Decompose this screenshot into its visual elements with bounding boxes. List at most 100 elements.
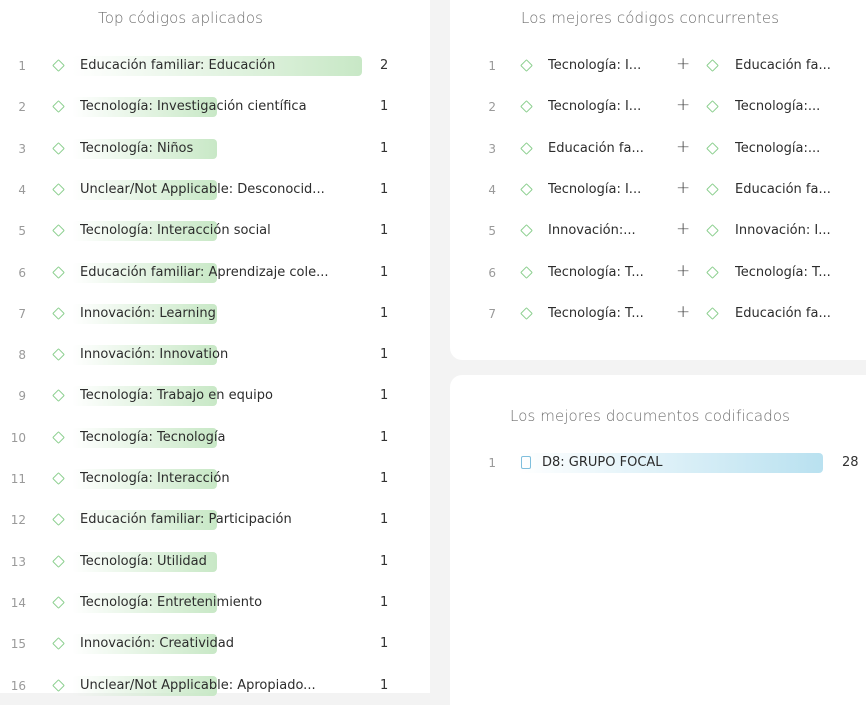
row-rank: 6: [18, 266, 26, 280]
co-code-right-label: Educación fa...: [735, 58, 831, 73]
co-code-left-label: Tecnología: T...: [548, 265, 644, 280]
code-count: 1: [380, 182, 389, 197]
code-label: Innovación: Learning: [80, 306, 216, 321]
co-code-left-label: Tecnología: I...: [548, 99, 642, 114]
row-rank: 7: [18, 307, 26, 321]
diamond-code-icon: [706, 183, 719, 196]
diamond-code-icon: [52, 59, 65, 72]
code-row[interactable]: 9 Tecnología: Trabajo en equipo 1: [0, 384, 420, 408]
row-rank: 7: [488, 307, 496, 321]
code-row[interactable]: 14 Tecnología: Entretenimiento 1: [0, 591, 420, 615]
diamond-code-icon: [706, 100, 719, 113]
code-row[interactable]: 7 Innovación: Learning 1: [0, 302, 420, 326]
top-codes-panel: Top códigos aplicados 1 Educación familia…: [0, 0, 430, 696]
document-icon: [521, 456, 531, 469]
row-rank: 5: [18, 224, 26, 238]
diamond-code-icon: [520, 224, 533, 237]
co-code-right-label: Tecnología:...: [735, 141, 821, 156]
code-row[interactable]: 2 Tecnología: Investigación científica 1: [0, 95, 420, 119]
co-code-row[interactable]: 4 Tecnología: I... + Educación fa...: [450, 178, 866, 202]
code-label: Tecnología: Niños: [80, 141, 194, 156]
code-row[interactable]: 8 Innovación: Innovation 1: [0, 343, 420, 367]
code-count: 1: [380, 141, 389, 156]
row-rank: 12: [10, 513, 26, 527]
code-label: Innovación: Creatividad: [80, 636, 234, 651]
code-count: 1: [380, 512, 389, 527]
co-code-row[interactable]: 5 Innovación:... + Innovación: I...: [450, 219, 866, 243]
diamond-code-icon: [520, 266, 533, 279]
co-code-left-label: Tecnología: I...: [548, 182, 642, 197]
code-label: Tecnología: Interacción social: [80, 223, 271, 238]
plus-icon: +: [676, 302, 691, 322]
code-count: 1: [380, 306, 389, 321]
co-code-row[interactable]: 1 Tecnología: I... + Educación fa...: [450, 54, 866, 78]
code-label: Tecnología: Tecnología: [80, 430, 226, 445]
diamond-code-icon: [520, 100, 533, 113]
diamond-code-icon: [706, 224, 719, 237]
code-row[interactable]: 15 Innovación: Creatividad 1: [0, 632, 420, 656]
code-count: 1: [380, 388, 389, 403]
diamond-code-icon: [52, 224, 65, 237]
code-count: 1: [380, 678, 389, 693]
code-row[interactable]: 12 Educación familiar: Participación 1: [0, 508, 420, 532]
document-count: 28: [842, 455, 859, 470]
code-row[interactable]: 11 Tecnología: Interacción 1: [0, 467, 420, 491]
plus-icon: +: [676, 219, 691, 239]
co-code-right-label: Educación fa...: [735, 306, 831, 321]
code-count: 1: [380, 347, 389, 362]
diamond-code-icon: [706, 307, 719, 320]
co-code-row[interactable]: 7 Tecnología: T... + Educación fa...: [450, 302, 866, 326]
row-rank: 1: [18, 59, 26, 73]
code-row[interactable]: 5 Tecnología: Interacción social 1: [0, 219, 420, 243]
code-row[interactable]: 1 Educación familiar: Educación 2: [0, 54, 420, 78]
document-label: D8: GRUPO FOCAL: [542, 455, 663, 470]
code-count: 1: [380, 265, 389, 280]
code-count: 1: [380, 99, 389, 114]
code-label: Unclear/Not Applicable: Apropiado...: [80, 678, 316, 693]
diamond-code-icon: [520, 59, 533, 72]
row-rank: 2: [18, 100, 26, 114]
diamond-code-icon: [520, 142, 533, 155]
co-code-left-label: Tecnología: T...: [548, 306, 644, 321]
row-rank: 4: [18, 183, 26, 197]
plus-icon: +: [676, 54, 691, 74]
co-code-row[interactable]: 3 Educación fa... + Tecnología:...: [450, 137, 866, 161]
code-label: Educación familiar: Educación: [80, 58, 276, 73]
code-row[interactable]: 16 Unclear/Not Applicable: Apropiado... 1: [0, 674, 420, 698]
code-label: Tecnología: Entretenimiento: [80, 595, 263, 610]
code-row[interactable]: 6 Educación familiar: Aprendizaje cole...…: [0, 261, 420, 285]
code-label: Tecnología: Trabajo en equipo: [80, 388, 273, 403]
co-code-left-label: Tecnología: I...: [548, 58, 642, 73]
co-code-right-label: Tecnología: T...: [735, 265, 831, 280]
document-row[interactable]: 1 D8: GRUPO FOCAL 28: [450, 451, 866, 475]
co-code-left-label: Innovación:...: [548, 223, 636, 238]
row-rank: 9: [18, 389, 26, 403]
plus-icon: +: [676, 261, 691, 281]
co-occurring-codes-title: Los mejores códigos concurrentes: [521, 9, 780, 27]
code-label: Unclear/Not Applicable: Desconocid...: [80, 182, 325, 197]
code-row[interactable]: 13 Tecnología: Utilidad 1: [0, 550, 420, 574]
diamond-code-icon: [520, 307, 533, 320]
code-label: Educación familiar: Aprendizaje cole...: [80, 265, 329, 280]
row-rank: 8: [18, 348, 26, 362]
plus-icon: +: [676, 95, 691, 115]
co-code-right-label: Educación fa...: [735, 182, 831, 197]
top-documents-title: Los mejores documentos codificados: [510, 407, 791, 425]
co-code-row[interactable]: 2 Tecnología: I... + Tecnología:...: [450, 95, 866, 119]
code-row[interactable]: 10 Tecnología: Tecnología 1: [0, 426, 420, 450]
diamond-code-icon: [52, 596, 65, 609]
row-rank: 5: [488, 224, 496, 238]
row-rank: 3: [18, 142, 26, 156]
row-rank: 16: [10, 679, 26, 693]
code-label: Innovación: Innovation: [80, 347, 229, 362]
code-label: Tecnología: Utilidad: [80, 554, 207, 569]
row-rank: 6: [488, 266, 496, 280]
row-rank: 4: [488, 183, 496, 197]
row-rank: 1: [488, 456, 496, 470]
row-rank: 13: [10, 555, 26, 569]
co-code-row[interactable]: 6 Tecnología: T... + Tecnología: T...: [450, 261, 866, 285]
code-row[interactable]: 3 Tecnología: Niños 1: [0, 137, 420, 161]
code-row[interactable]: 4 Unclear/Not Applicable: Desconocid... 1: [0, 178, 420, 202]
code-label: Educación familiar: Participación: [80, 512, 292, 527]
diamond-code-icon: [52, 472, 65, 485]
